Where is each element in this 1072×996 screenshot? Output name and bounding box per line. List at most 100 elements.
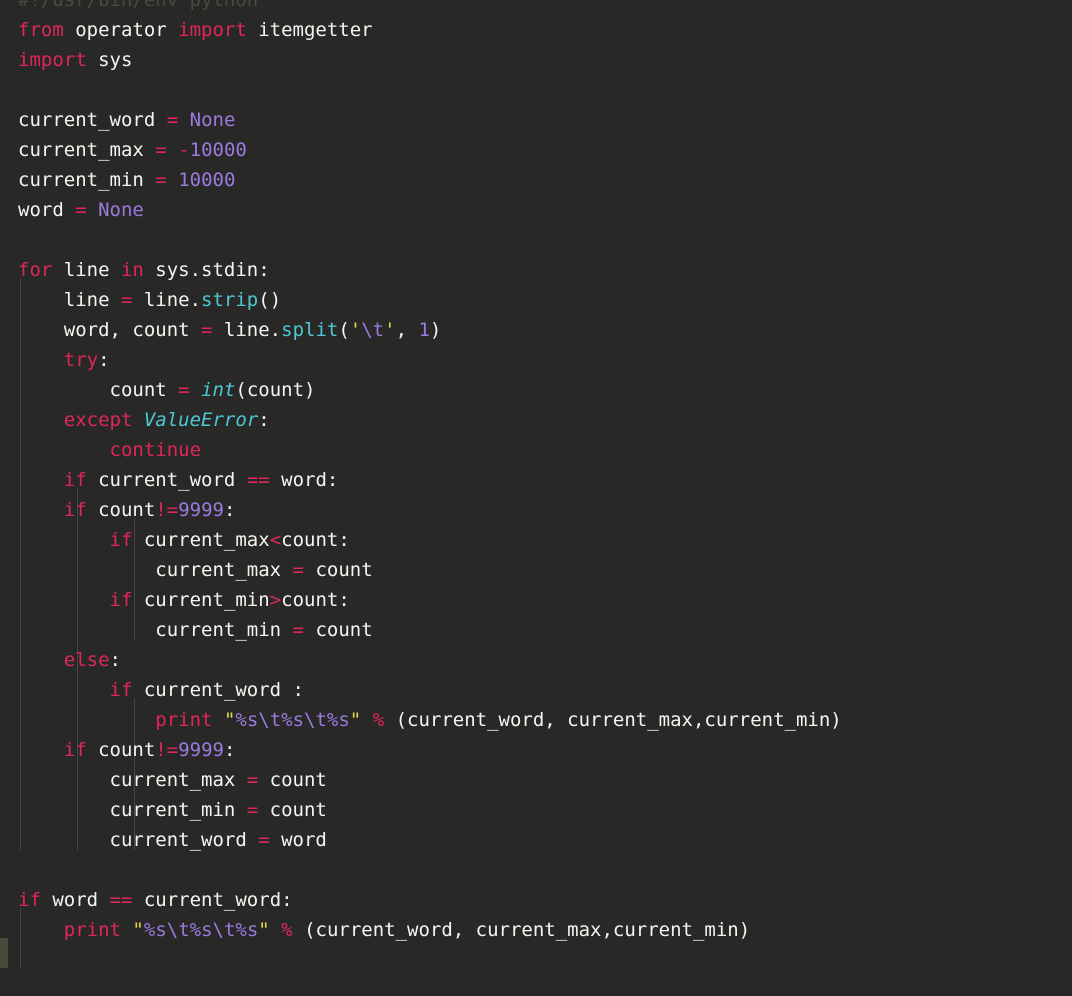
code-line[interactable]: if current_word :: [0, 675, 304, 705]
code-token: word, count: [18, 319, 202, 341]
code-token: :: [223, 499, 236, 521]
code-line[interactable]: [0, 225, 18, 255]
code-line[interactable]: import sys: [0, 45, 132, 75]
code-line[interactable]: try:: [0, 345, 110, 375]
code-token: %s\t%s\t%s: [143, 919, 259, 941]
code-line[interactable]: if count!=9999:: [0, 495, 236, 525]
code-token: count: [258, 769, 327, 791]
code-token: current_word: [86, 469, 247, 491]
code-line[interactable]: if current_max<count:: [0, 525, 350, 555]
code-token: =: [155, 169, 167, 191]
code-token: sys: [86, 49, 133, 71]
code-line[interactable]: current_word = word: [0, 825, 327, 855]
code-token: -: [178, 139, 190, 161]
code-token: =: [258, 829, 270, 851]
code-line[interactable]: continue: [0, 435, 202, 465]
code-token: for: [18, 259, 53, 281]
code-token: current_word: [18, 109, 167, 131]
code-token: :: [98, 349, 110, 371]
code-token: continue: [109, 439, 202, 461]
code-token: current_max: [18, 559, 293, 581]
code-token: =: [75, 199, 87, 221]
code-line[interactable]: current_max = count: [0, 555, 372, 585]
code-token: (current_word, current_max,current_min): [292, 919, 751, 941]
code-line[interactable]: current_min = count: [0, 795, 327, 825]
code-token: #!/usr/bin/env python: [18, 0, 259, 11]
code-token: =: [292, 619, 304, 641]
code-token: current_word:: [132, 889, 293, 911]
code-token: current_min: [18, 619, 293, 641]
code-line[interactable]: for line in sys.stdin:: [0, 255, 270, 285]
code-token: =: [246, 799, 259, 821]
code-token: int: [201, 379, 236, 401]
code-token: :: [223, 739, 236, 761]
code-line[interactable]: except ValueError:: [0, 405, 270, 435]
code-line[interactable]: [0, 855, 18, 885]
code-line[interactable]: else:: [0, 645, 121, 675]
code-token: !=: [155, 499, 179, 521]
code-line[interactable]: if word == current_word:: [0, 885, 293, 915]
code-token: ==: [246, 469, 270, 491]
code-line[interactable]: current_min = 10000: [0, 165, 235, 195]
code-token: strip: [201, 289, 259, 311]
code-token: if: [18, 889, 41, 911]
code-token: !=: [155, 739, 179, 761]
code-token: ValueError: [143, 409, 259, 431]
code-token: if: [63, 739, 87, 761]
code-token: import: [178, 19, 247, 41]
code-token: word: [18, 199, 76, 221]
code-token: itemgetter: [246, 19, 373, 41]
code-line[interactable]: [0, 75, 18, 105]
code-line[interactable]: current_max = count: [0, 765, 327, 795]
code-token: import: [18, 49, 87, 71]
vertical-scrollbar-thumb[interactable]: [0, 938, 8, 968]
code-line[interactable]: line = line.strip(): [0, 285, 281, 315]
code-line[interactable]: if count!=9999:: [0, 735, 236, 765]
code-token: count:: [281, 589, 350, 611]
code-line[interactable]: word, count = line.split('\t', 1): [0, 315, 442, 345]
code-token: from: [18, 19, 64, 41]
code-token: (): [258, 289, 282, 311]
code-token: split: [281, 319, 339, 341]
code-line[interactable]: current_min = count: [0, 615, 373, 645]
code-token: current_max: [18, 769, 247, 791]
code-line[interactable]: current_max = -10000: [0, 135, 247, 165]
code-token: count: [86, 499, 156, 521]
code-token: print: [63, 919, 121, 941]
code-token: ": [223, 709, 236, 731]
code-token: if: [63, 499, 87, 521]
code-token: try: [63, 349, 99, 371]
code-line[interactable]: current_word = None: [0, 105, 235, 135]
code-editor-canvas[interactable]: #!/usr/bin/env python from operator impor…: [0, 0, 1072, 996]
code-line[interactable]: if current_word == word:: [0, 465, 339, 495]
code-token: line.: [132, 289, 202, 311]
code-token: <: [269, 529, 282, 551]
code-token: count: [304, 619, 373, 641]
code-token: >: [269, 589, 282, 611]
code-line[interactable]: print "%s\t%s\t%s" % (current_word, curr…: [0, 915, 750, 945]
code-token: count: [18, 379, 179, 401]
code-token: count: [86, 739, 156, 761]
code-token: if: [109, 529, 133, 551]
code-line[interactable]: #!/usr/bin/env python: [0, 0, 258, 15]
code-line[interactable]: print "%s\t%s\t%s" % (current_word, curr…: [0, 705, 841, 735]
code-line[interactable]: count = int(count): [0, 375, 316, 405]
code-token: =: [292, 559, 304, 581]
code-token: ,: [395, 319, 419, 341]
code-token: =: [155, 139, 167, 161]
code-line[interactable]: word = None: [0, 195, 144, 225]
code-line[interactable]: if current_min>count:: [0, 585, 350, 615]
code-token: except: [63, 409, 133, 431]
code-line[interactable]: from operator import itemgetter: [0, 15, 373, 45]
code-token: if: [109, 589, 133, 611]
code-token: line: [18, 289, 121, 311]
